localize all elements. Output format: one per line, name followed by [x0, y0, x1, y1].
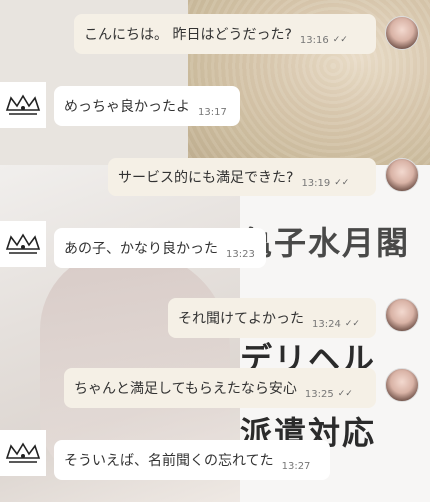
contact-avatar[interactable]: [385, 298, 419, 332]
message-time: 13:17: [198, 106, 227, 118]
message-bubble-outgoing[interactable]: ちゃんと満足してもらえたなら安心 13:25 ✓✓: [64, 368, 376, 408]
message-time: 13:25: [304, 388, 334, 400]
message-time: 13:19: [301, 177, 331, 189]
crown-doodle-icon[interactable]: [0, 82, 46, 128]
double-check-icon: ✓✓: [337, 389, 353, 399]
message-text: こんにちは。 昨日はどうだった?: [84, 27, 292, 43]
message-bubble-outgoing[interactable]: こんにちは。 昨日はどうだった? 13:16 ✓✓: [74, 14, 376, 54]
message-bubble-incoming[interactable]: めっちゃ良かったよ 13:17: [54, 86, 240, 126]
message-text: それ聞けてよかった: [178, 311, 304, 327]
message-text: あの子、かなり良かった: [64, 241, 218, 257]
message-bubble-outgoing[interactable]: サービス的にも満足できた? 13:19 ✓✓: [108, 158, 376, 196]
message-time: 13:23: [226, 248, 255, 260]
message-text: サービス的にも満足できた?: [118, 170, 294, 186]
contact-avatar[interactable]: [385, 368, 419, 402]
message-bubble-outgoing[interactable]: それ聞けてよかった 13:24 ✓✓: [168, 298, 376, 338]
message-bubble-incoming[interactable]: あの子、かなり良かった 13:23: [54, 228, 266, 268]
message-bubble-incoming[interactable]: そういえば、名前聞くの忘れてた 13:27: [54, 440, 330, 480]
message-time: 13:24: [312, 318, 341, 330]
message-time: 13:27: [281, 460, 311, 472]
message-time: 13:16: [299, 34, 329, 46]
double-check-icon: ✓✓: [334, 178, 350, 188]
crown-doodle-icon[interactable]: [0, 221, 46, 267]
message-text: そういえば、名前聞くの忘れてた: [64, 453, 274, 469]
contact-avatar[interactable]: [385, 16, 419, 50]
double-check-icon: ✓✓: [344, 319, 360, 329]
message-text: ちゃんと満足してもらえたなら安心: [74, 381, 297, 397]
crown-doodle-icon[interactable]: [0, 430, 46, 476]
double-check-icon: ✓✓: [332, 35, 348, 45]
message-text: めっちゃ良かったよ: [64, 99, 190, 115]
contact-avatar[interactable]: [385, 158, 419, 192]
